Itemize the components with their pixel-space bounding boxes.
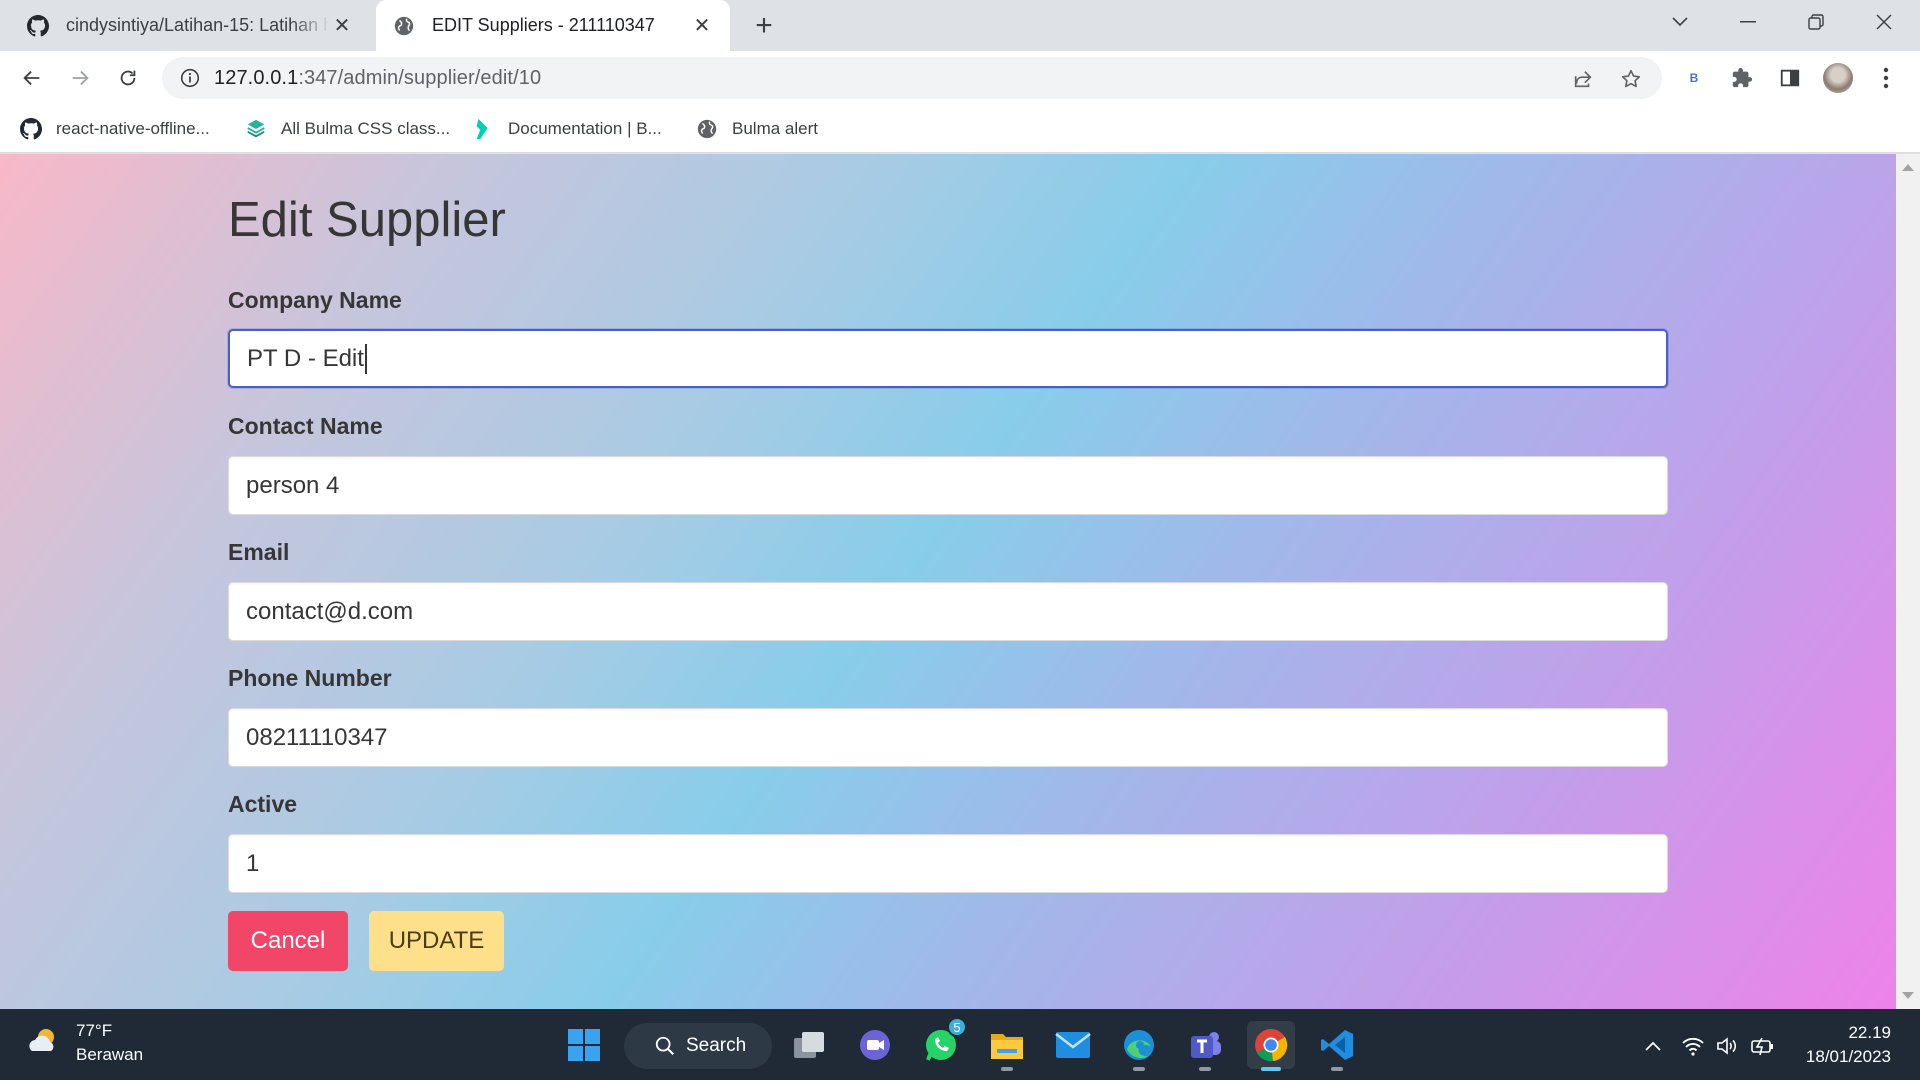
- side-panel-icon[interactable]: [1774, 62, 1806, 94]
- restore-icon[interactable]: [1788, 0, 1844, 44]
- tab-search-icon[interactable]: [1652, 0, 1708, 44]
- running-indicator: [1133, 1067, 1145, 1071]
- bulma-extension-icon[interactable]: B: [1678, 62, 1710, 94]
- wifi-icon[interactable]: [1678, 1031, 1708, 1061]
- cancel-button[interactable]: Cancel: [228, 911, 348, 971]
- extensions-puzzle-icon[interactable]: [1726, 62, 1758, 94]
- forward-icon[interactable]: [62, 60, 98, 96]
- taskbar-search[interactable]: Search: [624, 1023, 772, 1069]
- search-icon: [654, 1035, 676, 1057]
- active-indicator: [1261, 1067, 1281, 1071]
- bookmark-label: Documentation | B...: [508, 119, 662, 138]
- bookmark-bulma-alert[interactable]: Bulma alert: [696, 113, 818, 145]
- active-value: 1: [246, 849, 260, 877]
- running-indicator: [1331, 1067, 1343, 1071]
- active-label: Active: [228, 791, 298, 817]
- bookmarks-bar: react-native-offline... All Bulma CSS cl…: [0, 105, 1920, 153]
- menu-kebab-icon[interactable]: [1870, 62, 1902, 94]
- bulma-logo-icon: [472, 118, 494, 140]
- close-window-icon[interactable]: [1856, 0, 1912, 44]
- url-text: 127.0.0.1:347/admin/supplier/edit/10: [214, 67, 542, 89]
- page-scrollbar[interactable]: [1896, 154, 1920, 1009]
- contact-name-input[interactable]: person 4: [228, 456, 1668, 515]
- github-icon: [20, 118, 42, 140]
- browser-toolbar: 127.0.0.1:347/admin/supplier/edit/10 B: [0, 51, 1920, 105]
- phone-number-value: 08211110347: [246, 723, 388, 751]
- phone-number-label: Phone Number: [228, 665, 392, 691]
- bookmark-label: Bulma alert: [732, 119, 818, 138]
- mail-icon[interactable]: [1049, 1021, 1097, 1069]
- weather-temperature: 77°F: [76, 1021, 113, 1040]
- update-button[interactable]: UPDATE: [369, 911, 504, 971]
- profile-avatar[interactable]: [1822, 62, 1854, 94]
- email-label: Email: [228, 539, 290, 565]
- battery-charging-icon[interactable]: [1748, 1031, 1778, 1061]
- task-view-icon[interactable]: [785, 1021, 833, 1069]
- contact-name-value: person 4: [246, 471, 340, 499]
- globe-icon: [696, 118, 718, 140]
- close-icon[interactable]: ✕: [690, 14, 714, 38]
- bulma-stack-icon: [245, 118, 267, 140]
- bookmark-react-native-offline[interactable]: react-native-offline...: [20, 113, 210, 145]
- minimize-icon[interactable]: [1720, 0, 1776, 44]
- file-explorer-icon[interactable]: [983, 1021, 1031, 1071]
- bookmark-star-icon[interactable]: [1618, 66, 1644, 92]
- scroll-up-icon[interactable]: [1902, 164, 1914, 171]
- teams-icon[interactable]: [1181, 1021, 1229, 1071]
- weather-description: Berawan: [76, 1045, 144, 1064]
- back-icon[interactable]: [14, 60, 50, 96]
- system-clock[interactable]: 22.19 18/01/2023: [1806, 1021, 1891, 1069]
- active-input[interactable]: 1: [228, 834, 1668, 893]
- scroll-down-icon[interactable]: [1902, 992, 1914, 999]
- notification-badge: 5: [947, 1017, 967, 1037]
- search-label: Search: [686, 1035, 747, 1056]
- bookmark-bulma-css-classes[interactable]: All Bulma CSS class...: [245, 113, 450, 145]
- contact-name-label: Contact Name: [228, 413, 383, 439]
- phone-number-input[interactable]: 08211110347: [228, 708, 1668, 767]
- running-indicator: [1199, 1067, 1211, 1071]
- tab-title: cindysintiya/Latihan-15: Latihan h: [66, 15, 330, 35]
- reload-icon[interactable]: [110, 60, 146, 96]
- company-name-input[interactable]: PT D - Edit: [228, 329, 1668, 388]
- text-caret: [364, 343, 367, 374]
- partly-cloudy-icon: [24, 1021, 64, 1066]
- site-info-icon[interactable]: [178, 66, 202, 90]
- whatsapp-icon[interactable]: 5: [917, 1017, 967, 1069]
- tab-strip: cindysintiya/Latihan-15: Latihan h ✕ EDI…: [0, 0, 1920, 51]
- company-name-value: PT D - Edit: [247, 344, 364, 372]
- chevron-up-icon[interactable]: [1638, 1031, 1668, 1061]
- email-value: contact@d.com: [246, 597, 414, 625]
- chrome-icon[interactable]: [1247, 1021, 1295, 1071]
- running-indicator: [1001, 1067, 1013, 1071]
- volume-icon[interactable]: [1713, 1031, 1743, 1061]
- weather-widget[interactable]: 77°F Berawan: [24, 1019, 143, 1067]
- tab-title: EDIT Suppliers - 211110347: [432, 15, 655, 35]
- share-icon[interactable]: [1570, 66, 1596, 92]
- tab-github[interactable]: cindysintiya/Latihan-15: Latihan h ✕: [10, 0, 370, 51]
- tab-edit-suppliers[interactable]: EDIT Suppliers - 211110347 ✕: [376, 0, 730, 51]
- page-title: Edit Supplier: [228, 193, 506, 247]
- github-icon: [26, 14, 50, 38]
- page-content: Edit Supplier Company Name PT D - Edit C…: [0, 154, 1896, 1009]
- clock-time: 22.19: [1848, 1023, 1891, 1042]
- address-bar[interactable]: 127.0.0.1:347/admin/supplier/edit/10: [162, 57, 1662, 99]
- company-name-label: Company Name: [228, 287, 402, 313]
- email-input[interactable]: contact@d.com: [228, 582, 1668, 641]
- bookmark-label: All Bulma CSS class...: [281, 119, 451, 138]
- new-tab-icon[interactable]: +: [748, 9, 780, 42]
- clock-date: 18/01/2023: [1805, 1047, 1891, 1066]
- windows-taskbar: 77°F Berawan Search 5 22.19 18/01/2023: [0, 1009, 1920, 1080]
- vscode-icon[interactable]: [1313, 1021, 1361, 1071]
- close-icon[interactable]: ✕: [330, 14, 354, 38]
- edge-icon[interactable]: [1115, 1021, 1163, 1071]
- bookmark-label: react-native-offline...: [56, 119, 210, 138]
- bookmark-documentation-bulma[interactable]: Documentation | B...: [472, 113, 662, 145]
- globe-icon: [392, 14, 416, 38]
- start-button[interactable]: [560, 1021, 608, 1069]
- teams-chat-icon[interactable]: [851, 1021, 899, 1069]
